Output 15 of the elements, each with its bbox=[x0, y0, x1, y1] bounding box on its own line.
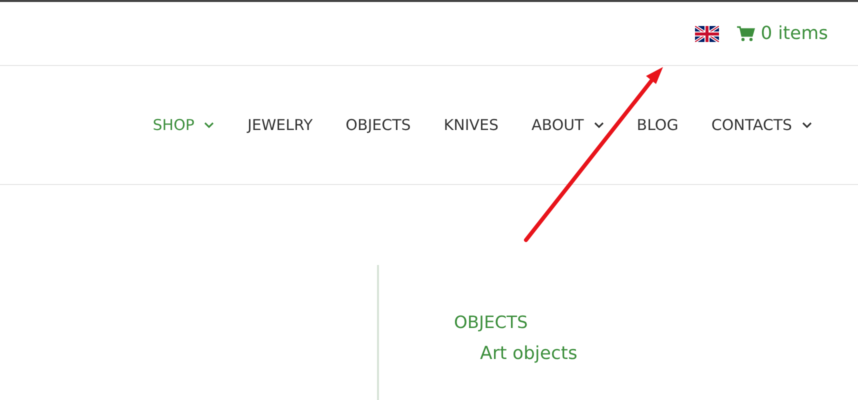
chevron-down-icon bbox=[204, 122, 214, 128]
nav-item[interactable]: JEWELRY bbox=[247, 116, 313, 134]
chevron-down-icon bbox=[594, 122, 604, 128]
cart-icon bbox=[736, 26, 755, 42]
subcategory-link[interactable]: Art objects bbox=[480, 343, 578, 364]
category-link[interactable]: OBJECTS bbox=[454, 313, 578, 333]
nav-item[interactable]: KNIVES bbox=[444, 116, 499, 134]
nav-item[interactable]: CONTACTS bbox=[711, 116, 812, 134]
cart-link[interactable]: 0 items bbox=[736, 23, 828, 44]
nav-item[interactable]: ABOUT bbox=[532, 116, 604, 134]
nav-item[interactable]: OBJECTS bbox=[346, 116, 411, 134]
chevron-down-icon bbox=[802, 122, 812, 128]
uk-flag-icon[interactable] bbox=[694, 26, 719, 42]
nav-item[interactable]: SHOP bbox=[152, 116, 214, 134]
nav-item[interactable]: BLOG bbox=[636, 116, 678, 134]
